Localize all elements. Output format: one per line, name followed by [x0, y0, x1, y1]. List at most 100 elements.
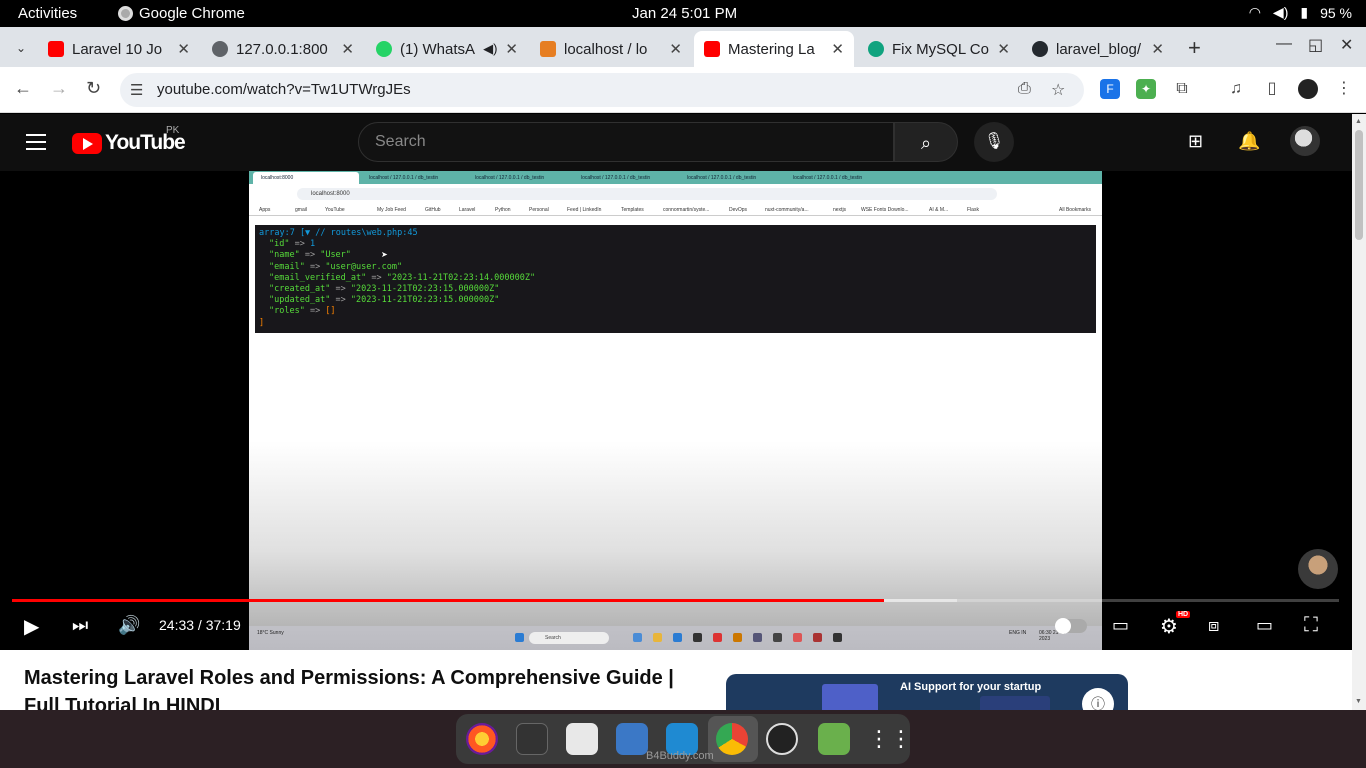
extensions-puzzle-icon[interactable]: ⧉	[1172, 79, 1192, 99]
tab-close-icon[interactable]: ✕	[177, 40, 190, 58]
inner-url: localhost:8000	[297, 188, 997, 200]
page-scrollbar[interactable]: ▲ ▼	[1352, 114, 1366, 710]
files-icon[interactable]	[566, 723, 598, 755]
video-frame: localhost:8000 localhost / 127.0.0.1 / d…	[249, 171, 1102, 650]
address-bar[interactable]: ☰ youtube.com/watch?v=Tw1UTWrgJEs ⎙ ☆	[120, 73, 1084, 107]
tab-close-icon[interactable]: ✕	[505, 40, 518, 58]
tab-title: Laravel 10 Jo	[72, 40, 163, 58]
tab-title: Fix MySQL Co	[892, 40, 989, 58]
tab-active[interactable]: Mastering La ✕	[694, 31, 854, 67]
inner-browser-tabs: localhost:8000 localhost / 127.0.0.1 / d…	[249, 171, 1102, 184]
chrome-icon[interactable]	[716, 723, 748, 755]
played-bar	[12, 599, 884, 602]
video-player[interactable]: localhost:8000 localhost / 127.0.0.1 / d…	[0, 171, 1352, 650]
back-button[interactable]: ←	[14, 78, 32, 99]
video-details: Mastering Laravel Roles and Permissions:…	[0, 650, 1352, 720]
menu-hamburger-icon[interactable]	[26, 134, 46, 155]
notifications-bell-icon[interactable]: 🔔	[1238, 131, 1260, 152]
inner-bookmark: GitHub	[425, 207, 441, 213]
minimize-button[interactable]: —	[1276, 35, 1292, 53]
dump-header-text: array:7 [▼ // routes\web.php:45	[259, 228, 418, 238]
volume-icon[interactable]: 🔊	[118, 615, 140, 636]
inner-weather: 18°C Sunny	[257, 630, 284, 636]
taskbar-app-icon	[633, 633, 642, 642]
settings-gear-icon[interactable]: ⚙	[1160, 614, 1178, 639]
search-button[interactable]: ⌕	[894, 122, 958, 162]
play-button[interactable]: ▶	[24, 614, 39, 639]
scroll-down-icon[interactable]: ▼	[1355, 698, 1362, 705]
app-menu[interactable]: Google Chrome	[118, 5, 245, 22]
obs-icon[interactable]	[766, 723, 798, 755]
tab[interactable]: laravel_blog/ ✕	[1022, 31, 1174, 67]
tab[interactable]: Laravel 10 Jo ✕	[38, 31, 200, 67]
terminal-icon[interactable]	[516, 723, 548, 755]
user-avatar[interactable]	[1290, 126, 1320, 156]
tab[interactable]: 127.0.0.1:800 ✕	[202, 31, 364, 67]
tab-close-icon[interactable]: ✕	[997, 40, 1010, 58]
dump-arrow: =>	[304, 261, 326, 272]
tab[interactable]: Fix MySQL Co ✕	[858, 31, 1020, 67]
dump-key: "id"	[269, 239, 290, 250]
extension-colorful-icon[interactable]: ✦	[1136, 79, 1156, 99]
maximize-button[interactable]: ◱	[1308, 35, 1323, 55]
activities-button[interactable]: Activities	[18, 5, 77, 22]
media-control-icon[interactable]: ♫	[1226, 79, 1246, 99]
extension-fi-icon[interactable]: F	[1100, 79, 1120, 99]
site-info-icon[interactable]: ☰	[130, 81, 143, 99]
clock[interactable]: Jan 24 5:01 PM	[632, 5, 737, 22]
profile-avatar-icon[interactable]	[1298, 79, 1318, 99]
inner-tab: localhost / 127.0.0.1 / db_testin	[687, 175, 757, 181]
var-dump-output: array:7 [▼ // routes\web.php:45 "id" => …	[255, 225, 1096, 333]
voice-search-button[interactable]: 🎙	[974, 122, 1014, 162]
tab-search-button[interactable]: ⌄	[10, 37, 32, 59]
inner-bookmark: Python	[495, 207, 511, 213]
create-video-icon[interactable]: ⊞	[1188, 131, 1203, 152]
dump-key: "updated_at"	[269, 295, 331, 306]
tab-close-icon[interactable]: ✕	[341, 40, 354, 58]
system-tray[interactable]: ◠ ◀) ▮ 95 %	[1249, 4, 1352, 21]
bookmark-star-icon[interactable]: ☆	[1051, 80, 1065, 100]
subtitles-icon[interactable]: ▭	[1112, 615, 1129, 636]
dump-arrow: =>	[330, 295, 351, 306]
tab-close-icon[interactable]: ✕	[669, 40, 682, 58]
youtube-header: YouTube PK Search ⌕ 🎙 ⊞ 🔔	[0, 114, 1352, 171]
tab-close-icon[interactable]: ✕	[831, 40, 844, 58]
fullscreen-icon[interactable]: ⛶	[1304, 614, 1318, 637]
miniplayer-icon[interactable]: ⧈	[1208, 615, 1219, 636]
forward-button[interactable]: →	[50, 78, 68, 99]
inner-bookmark: Personal	[529, 207, 549, 213]
chrome-menu-icon[interactable]: ⋮	[1334, 79, 1354, 99]
inner-tab: localhost / 127.0.0.1 / db_testin	[793, 175, 863, 181]
theater-mode-icon[interactable]: ▭	[1256, 615, 1273, 636]
scrollbar-thumb[interactable]	[1355, 130, 1363, 240]
app-grid-icon[interactable]: ⋮⋮	[868, 723, 912, 755]
audio-playing-icon[interactable]: ◀)	[483, 41, 497, 57]
close-window-button[interactable]: ✕	[1340, 35, 1353, 55]
chrome-icon	[118, 6, 133, 21]
youtube-logo[interactable]: YouTube PK	[72, 125, 186, 155]
search-input[interactable]: Search	[358, 122, 894, 162]
taskbar-app-icon	[753, 633, 762, 642]
chrome-icon	[713, 633, 722, 642]
progress-bar[interactable]	[12, 599, 1339, 602]
tab[interactable]: localhost / lo ✕	[530, 31, 692, 67]
reload-button[interactable]: ↻	[86, 78, 101, 99]
inner-bookmark: WSE Fonts Downlo...	[861, 207, 909, 213]
text-editor-icon[interactable]	[616, 723, 648, 755]
dump-value: "2023-11-21T02:23:15.000000Z"	[350, 295, 500, 306]
side-panel-icon[interactable]: ▯	[1262, 79, 1282, 99]
scroll-up-icon[interactable]: ▲	[1355, 118, 1362, 125]
next-button[interactable]: ⏭	[72, 615, 88, 636]
tab[interactable]: (1) WhatsA ◀) ✕	[366, 31, 528, 67]
new-tab-button[interactable]: +	[1188, 35, 1201, 61]
inner-bookmark: Laravel	[459, 207, 476, 213]
install-app-icon[interactable]: ⎙	[1018, 80, 1031, 98]
tab-title: 127.0.0.1:800	[236, 40, 328, 58]
ad-banner[interactable]: AI Support for your startup ⓘ	[726, 674, 1128, 720]
firefox-icon[interactable]	[466, 723, 498, 755]
trash-icon[interactable]	[818, 723, 850, 755]
tab-close-icon[interactable]: ✕	[1151, 40, 1164, 58]
wifi-icon: ◠	[1248, 4, 1261, 20]
autoplay-toggle[interactable]	[1055, 618, 1087, 634]
inner-tab: localhost:8000	[253, 172, 359, 184]
